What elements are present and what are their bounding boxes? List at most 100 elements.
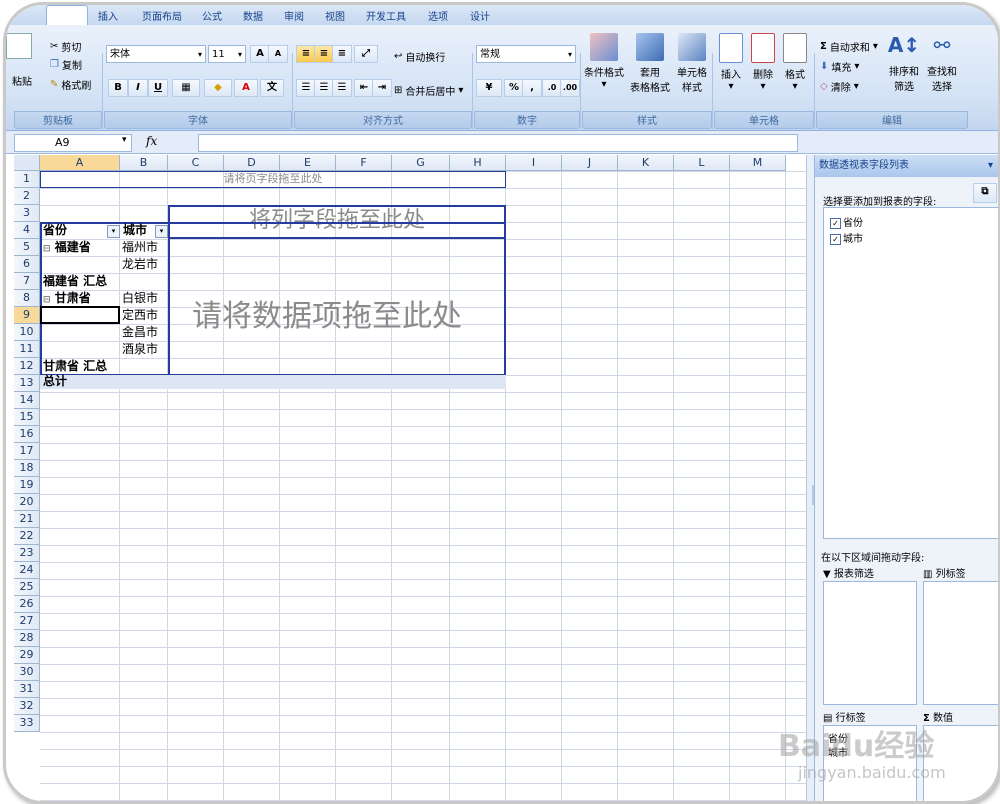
font-color-button[interactable]: A — [234, 79, 258, 97]
paste-button[interactable]: 粘贴 — [12, 73, 32, 88]
fill-color-button[interactable]: ◆ — [204, 79, 232, 97]
merge-center-button[interactable]: ⊞ 合并后居中 ▾ — [394, 83, 463, 98]
clear-button[interactable]: ◇ 清除 ▾ — [820, 79, 859, 94]
row-header[interactable]: 13 — [14, 375, 40, 392]
row-header[interactable]: 33 — [14, 715, 40, 732]
city-filter-button[interactable]: ▾ — [155, 225, 168, 238]
column-header[interactable]: G — [392, 155, 450, 171]
name-box[interactable]: A9 — [14, 134, 132, 152]
bold-button[interactable]: B — [108, 79, 128, 97]
fill-button[interactable]: ⬇ 填充 ▾ — [820, 59, 859, 74]
align-top-button[interactable]: ≡ — [296, 45, 316, 63]
row-header[interactable]: 26 — [14, 596, 40, 613]
row-header[interactable]: 18 — [14, 460, 40, 477]
cell-styles-button[interactable]: 单元格 样式 — [672, 33, 712, 94]
phonetic-button[interactable]: 文 — [260, 79, 284, 97]
increase-decimal-button[interactable]: .0 — [542, 79, 562, 97]
tab-design[interactable]: 设计 — [470, 8, 490, 23]
column-header[interactable]: F — [336, 155, 392, 171]
row-header[interactable]: 11 — [14, 341, 40, 358]
align-center-button[interactable]: ☰ — [314, 79, 334, 97]
row-header[interactable]: 9 — [14, 307, 40, 324]
pane-menu-icon[interactable]: ▾ — [984, 155, 993, 177]
align-bottom-button[interactable]: ≡ — [332, 45, 352, 63]
row-header[interactable]: 24 — [14, 562, 40, 579]
row-header[interactable]: 17 — [14, 443, 40, 460]
column-header[interactable]: L — [674, 155, 730, 171]
column-header[interactable]: A — [40, 155, 120, 171]
align-middle-button[interactable]: ≡ — [314, 45, 334, 63]
column-header[interactable]: E — [280, 155, 336, 171]
format-as-table-button[interactable]: 套用 表格格式 — [630, 33, 670, 94]
row-header[interactable]: 2 — [14, 188, 40, 205]
accounting-button[interactable]: ¥ — [476, 79, 502, 97]
increase-indent-button[interactable]: ⇥ — [372, 79, 392, 97]
tab-developer[interactable]: 开发工具 — [366, 8, 406, 23]
row-header[interactable]: 22 — [14, 528, 40, 545]
conditional-format-button[interactable]: 条件格式 ▾ — [584, 33, 624, 90]
row-header[interactable]: 6 — [14, 256, 40, 273]
row-header[interactable]: 27 — [14, 613, 40, 630]
number-format-combo[interactable]: 常规 ▾ — [476, 45, 576, 63]
tab-data[interactable]: 数据 — [243, 8, 263, 23]
page-field-drop-zone[interactable]: 请将页字段拖至此处 — [40, 171, 506, 188]
font-name-combo[interactable]: 宋体 ▾ — [106, 45, 206, 63]
insert-cells-button[interactable]: 插入 ▾ — [716, 33, 746, 92]
row-header[interactable]: 29 — [14, 647, 40, 664]
tab-options[interactable]: 选项 — [428, 8, 448, 23]
report-filter-area[interactable] — [823, 581, 917, 705]
column-header[interactable]: M — [730, 155, 786, 171]
underline-button[interactable]: U — [148, 79, 168, 97]
province-item[interactable]: ⊟ 福建省 — [43, 239, 91, 256]
row-header[interactable]: 30 — [14, 664, 40, 681]
formula-input[interactable] — [198, 134, 798, 152]
format-painter-button[interactable]: ✎ 格式刷 — [50, 77, 91, 92]
row-header[interactable]: 32 — [14, 698, 40, 715]
row-header[interactable]: 31 — [14, 681, 40, 698]
comma-button[interactable]: , — [522, 79, 542, 97]
orientation-button[interactable]: ⤢ — [354, 45, 378, 63]
align-left-button[interactable]: ☰ — [296, 79, 316, 97]
copy-button[interactable]: ❐ 复制 — [50, 57, 82, 72]
decrease-indent-button[interactable]: ⇤ — [354, 79, 374, 97]
name-box-dropdown-icon[interactable]: ▾ — [122, 135, 127, 145]
province-item[interactable]: ⊟ 甘肃省 — [43, 290, 91, 307]
delete-cells-button[interactable]: 删除 ▾ — [748, 33, 778, 92]
italic-button[interactable]: I — [128, 79, 148, 97]
column-header[interactable]: I — [506, 155, 562, 171]
tab-formulas[interactable]: 公式 — [202, 8, 222, 23]
column-header[interactable]: K — [618, 155, 674, 171]
decrease-decimal-button[interactable]: .00 — [560, 79, 580, 97]
cut-button[interactable]: ✂ 剪切 — [50, 39, 81, 54]
field-layout-button[interactable]: ⧉ — [973, 183, 997, 203]
select-all-button[interactable] — [14, 155, 40, 171]
row-header[interactable]: 8 — [14, 290, 40, 307]
grow-font-button[interactable]: A — [250, 45, 270, 63]
collapse-icon[interactable]: ⊟ — [43, 295, 51, 305]
format-cells-button[interactable]: 格式 ▾ — [780, 33, 810, 92]
column-header[interactable]: C — [168, 155, 224, 171]
column-header[interactable]: D — [224, 155, 280, 171]
row-header[interactable]: 25 — [14, 579, 40, 596]
column-header[interactable]: H — [450, 155, 506, 171]
shrink-font-button[interactable]: A — [268, 45, 288, 63]
row-header[interactable]: 14 — [14, 392, 40, 409]
row-header[interactable]: 5 — [14, 239, 40, 256]
align-right-button[interactable]: ☰ — [332, 79, 352, 97]
row-header[interactable]: 20 — [14, 494, 40, 511]
tab-home[interactable] — [46, 5, 88, 26]
row-header[interactable]: 28 — [14, 630, 40, 647]
province-filter-button[interactable]: ▾ — [107, 225, 120, 238]
sort-filter-button[interactable]: A↕ 排序和 筛选 — [886, 33, 922, 93]
column-header[interactable]: J — [562, 155, 618, 171]
column-header[interactable]: B — [120, 155, 168, 171]
paste-icon[interactable] — [6, 33, 32, 59]
row-header[interactable]: 21 — [14, 511, 40, 528]
row-header[interactable]: 12 — [14, 358, 40, 375]
row-header[interactable]: 23 — [14, 545, 40, 562]
active-cell[interactable] — [40, 306, 120, 324]
row-header[interactable]: 3 — [14, 205, 40, 222]
row-header[interactable]: 4 — [14, 222, 40, 239]
borders-button[interactable]: ▦ — [172, 79, 200, 97]
row-header[interactable]: 7 — [14, 273, 40, 290]
